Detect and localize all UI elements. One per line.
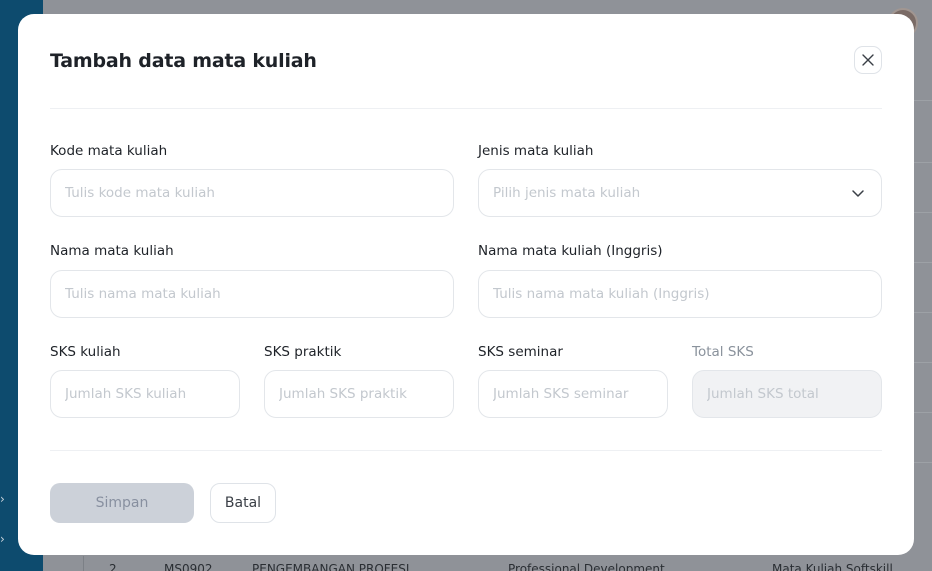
sks-praktik-label: SKS praktik [264, 344, 342, 360]
add-course-modal: Tambah data mata kuliah Kode mata kuliah… [18, 14, 914, 555]
background-table-row: 2 MS0902 PENGEMBANGAN PROFESI Profession… [43, 556, 932, 571]
table-cell-nama: PENGEMBANGAN PROFESI [252, 562, 410, 571]
total-sks-label: Total SKS [692, 344, 754, 360]
chevron-down-icon [852, 190, 864, 197]
footer-divider [50, 450, 882, 451]
table-cell-no: 2 [109, 562, 117, 571]
kode-input[interactable] [50, 169, 454, 217]
nama-label: Nama mata kuliah [50, 243, 174, 259]
table-cell-kode: MS0902 [164, 562, 213, 571]
sks-praktik-input[interactable] [264, 370, 454, 418]
sks-kuliah-label: SKS kuliah [50, 344, 121, 360]
modal-title: Tambah data mata kuliah [50, 50, 317, 72]
kode-label: Kode mata kuliah [50, 143, 168, 159]
save-button[interactable]: Simpan [50, 483, 194, 523]
close-button[interactable] [854, 46, 882, 74]
nama-input[interactable] [50, 270, 454, 318]
jenis-select[interactable]: Pilih jenis mata kuliah [478, 169, 882, 217]
total-sks-input [692, 370, 882, 418]
sks-seminar-input[interactable] [478, 370, 668, 418]
table-cell-jenis: Mata Kuliah Softskill [772, 562, 893, 571]
sks-seminar-label: SKS seminar [478, 344, 563, 360]
nama-inggris-input[interactable] [478, 270, 882, 318]
table-cell-nama-inggris: Professional Development [508, 562, 665, 571]
cancel-button[interactable]: Batal [210, 483, 276, 523]
sidebar-chevron-icon: › [0, 492, 5, 506]
jenis-select-placeholder: Pilih jenis mata kuliah [493, 185, 641, 201]
jenis-label: Jenis mata kuliah [478, 143, 594, 159]
nama-inggris-label: Nama mata kuliah (Inggris) [478, 243, 663, 259]
header-divider [50, 108, 882, 109]
sks-kuliah-input[interactable] [50, 370, 240, 418]
close-icon [862, 54, 874, 66]
sidebar-chevron-icon: › [0, 532, 5, 546]
